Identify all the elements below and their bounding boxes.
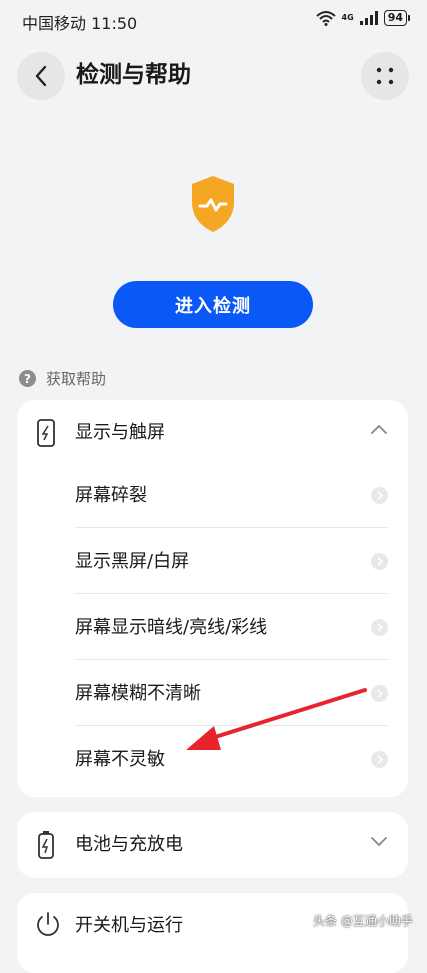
category-card-battery: 电池与充放电: [17, 812, 408, 878]
power-icon: [37, 912, 59, 936]
network-type: 4G: [341, 13, 354, 22]
help-item-screen-lines[interactable]: 屏幕显示暗线/亮线/彩线: [75, 594, 388, 660]
status-icons: 4G 94: [315, 10, 411, 26]
category-header-battery[interactable]: 电池与充放电: [17, 812, 408, 878]
help-item-label: 屏幕碎裂: [75, 485, 147, 506]
phone-screen-icon: [37, 419, 55, 447]
chevron-left-icon: [35, 65, 47, 87]
wifi-icon: [315, 11, 336, 26]
help-item-screen-blurry[interactable]: 屏幕模糊不清晰: [75, 660, 388, 726]
category-card-power: 开关机与运行: [17, 893, 408, 973]
chevron-right-icon: [371, 751, 388, 768]
category-label: 开关机与运行: [75, 915, 183, 936]
category-label: 电池与充放电: [75, 834, 183, 855]
help-item-screen-unresponsive[interactable]: 屏幕不灵敏: [75, 726, 388, 792]
help-item-label: 显示黑屏/白屏: [75, 551, 190, 572]
help-item-black-white-screen[interactable]: 显示黑屏/白屏: [75, 528, 388, 594]
chevron-down-icon: [371, 837, 387, 847]
help-section-header: ? 获取帮助: [19, 368, 106, 389]
help-item-label: 屏幕显示暗线/亮线/彩线: [75, 617, 268, 638]
more-dots-icon: [376, 67, 394, 85]
chevron-up-icon: [371, 424, 387, 434]
back-button[interactable]: [17, 52, 65, 100]
category-header-display[interactable]: 显示与触屏: [17, 400, 408, 466]
question-icon: ?: [19, 370, 36, 387]
signal-icon: [359, 11, 378, 25]
more-button[interactable]: [361, 52, 409, 100]
shield-icon: [192, 176, 234, 232]
start-detection-button[interactable]: 进入检测: [113, 281, 313, 328]
help-item-label: 屏幕模糊不清晰: [75, 683, 201, 704]
watermark: 头条 @互通小助手: [313, 914, 413, 928]
chevron-right-icon: [371, 619, 388, 636]
help-item-label: 屏幕不灵敏: [75, 749, 165, 770]
carrier-time: 中国移动 11:50: [22, 14, 138, 33]
chevron-right-icon: [371, 685, 388, 702]
battery-charging-icon: [38, 831, 54, 859]
status-bar: 中国移动 11:50 4G 94: [0, 0, 427, 40]
category-card-display: 显示与触屏 屏幕碎裂 显示黑屏/白屏 屏幕显示暗线/亮线/彩线 屏幕模糊不清晰 …: [17, 400, 408, 797]
help-section-title: 获取帮助: [46, 370, 107, 388]
category-label: 显示与触屏: [75, 422, 165, 443]
chevron-right-icon: [371, 487, 388, 504]
help-item-screen-cracked[interactable]: 屏幕碎裂: [75, 462, 388, 528]
battery-indicator: 94: [383, 10, 411, 26]
page-title: 检测与帮助: [76, 62, 191, 88]
chevron-right-icon: [371, 553, 388, 570]
